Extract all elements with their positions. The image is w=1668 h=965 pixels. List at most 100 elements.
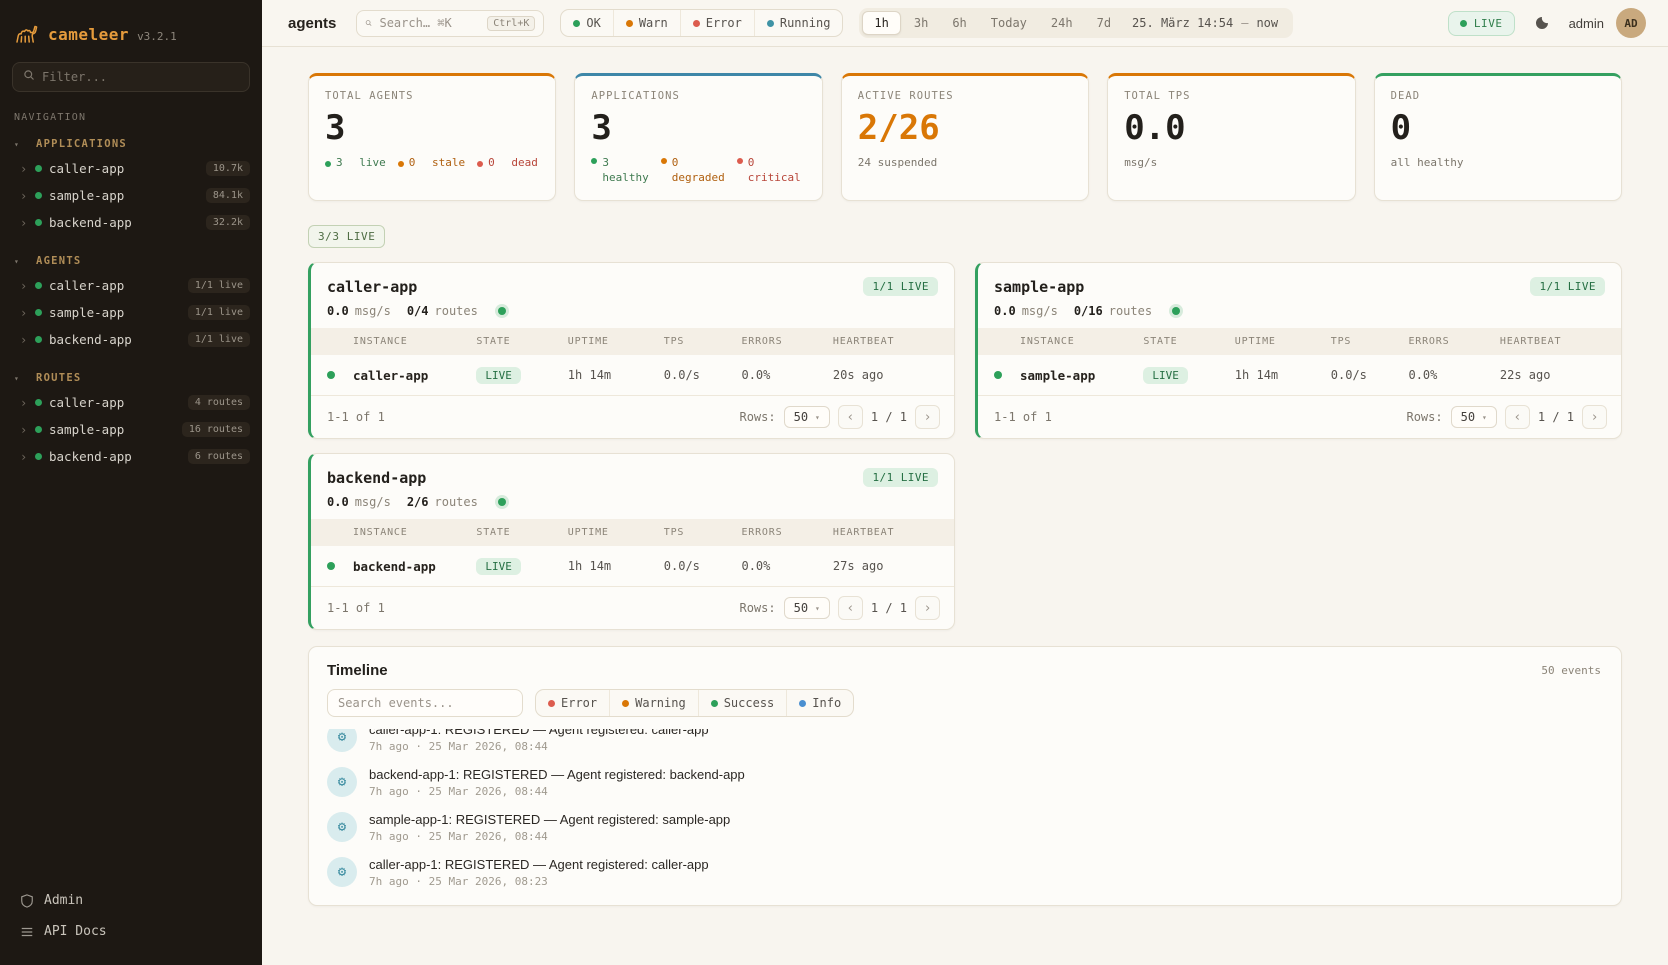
- global-search[interactable]: Ctrl+K: [356, 10, 544, 37]
- keyboard-shortcut-badge: Ctrl+K: [487, 16, 535, 31]
- gear-icon: ⚙: [327, 729, 357, 752]
- time-range-today[interactable]: Today: [980, 12, 1038, 34]
- next-page-button[interactable]: ›: [915, 596, 940, 620]
- sidebar-item-agents-backend-app[interactable]: › backend-app 1/1 live: [0, 326, 262, 353]
- filter-label: Running: [780, 16, 831, 30]
- status-filter-running[interactable]: Running: [754, 10, 843, 36]
- prev-page-button[interactable]: ‹: [838, 405, 863, 429]
- table-row[interactable]: backend-app LIVE 1h 14m 0.0/s 0.0% 27s a…: [311, 546, 954, 586]
- item-badge: 1/1 live: [188, 332, 250, 347]
- timeline-event[interactable]: ⚙ caller-app-1: REGISTERED — Agent regis…: [327, 850, 1603, 895]
- timeline-event[interactable]: ⚙ backend-app-1: REGISTERED — Agent regi…: [327, 760, 1603, 805]
- page-indicator: 1 / 1: [871, 601, 907, 615]
- time-range-1h[interactable]: 1h: [862, 11, 900, 35]
- event-time: 7h ago · 25 Mar 2026, 08:44: [369, 830, 730, 843]
- timeline-filter-success[interactable]: Success: [698, 690, 787, 716]
- app-name: caller-app: [327, 278, 417, 296]
- rows-per-page-select[interactable]: 50 ▾: [784, 406, 830, 428]
- rows-per-page-select[interactable]: 50 ▾: [1451, 406, 1497, 428]
- sidebar-item-agents-caller-app[interactable]: › caller-app 1/1 live: [0, 272, 262, 299]
- timeline-panel: Timeline 50 events Error Warning: [308, 646, 1622, 906]
- item-label: caller-app: [49, 161, 199, 176]
- status-dot: [573, 20, 580, 27]
- event-title: backend-app-1: REGISTERED — Agent regist…: [369, 767, 745, 782]
- timeline-event[interactable]: ⚙ sample-app-1: REGISTERED — Agent regis…: [327, 805, 1603, 850]
- status-dot: [398, 161, 404, 167]
- row-range-label: 1-1 of 1: [327, 410, 385, 424]
- search-icon: [23, 69, 35, 85]
- timeline-filter-error[interactable]: Error: [536, 690, 609, 716]
- sidebar-item-routes-sample-app[interactable]: › sample-app 16 routes: [0, 416, 262, 443]
- sidebar-item-applications-backend-app[interactable]: › backend-app 32.2k: [0, 209, 262, 236]
- status-filter-warn[interactable]: Warn: [613, 10, 680, 36]
- timeline-filter-warning[interactable]: Warning: [609, 690, 698, 716]
- table-row[interactable]: sample-app LIVE 1h 14m 0.0/s 0.0% 22s ag…: [978, 355, 1621, 395]
- next-page-button[interactable]: ›: [915, 405, 940, 429]
- chevron-down-icon: ▾: [815, 604, 820, 613]
- live-label: LIVE: [1474, 17, 1503, 30]
- time-range-3h[interactable]: 3h: [903, 12, 939, 34]
- section-header-agents[interactable]: ▾ AGENTS: [0, 250, 262, 272]
- status-filter-group: OK Warn Error Running: [560, 9, 843, 37]
- status-dot: [35, 165, 42, 172]
- status-dot: [737, 158, 743, 164]
- status-dot: [477, 161, 483, 167]
- row-range-label: 1-1 of 1: [327, 601, 385, 615]
- timeline-search-input[interactable]: [327, 689, 523, 717]
- section-header-applications[interactable]: ▾ APPLICATIONS: [0, 133, 262, 155]
- live-count-badge: 1/1 LIVE: [863, 468, 938, 487]
- prev-page-button[interactable]: ‹: [838, 596, 863, 620]
- sidebar-item-applications-caller-app[interactable]: › caller-app 10.7k: [0, 155, 262, 182]
- state-badge: LIVE: [1143, 367, 1188, 384]
- status-dot: [994, 371, 1002, 379]
- rows-per-page-select[interactable]: 50 ▾: [784, 597, 830, 619]
- status-dot: [35, 453, 42, 460]
- gear-icon: ⚙: [327, 767, 357, 797]
- timeline-events[interactable]: ⚙ caller-app-1: REGISTERED — Agent regis…: [309, 729, 1621, 905]
- app-card-backend-app: backend-app 1/1 LIVE 0.0 msg/s 2/6 route…: [308, 453, 955, 630]
- app-card-sample-app: sample-app 1/1 LIVE 0.0 msg/s 0/16 route…: [975, 262, 1622, 439]
- status-filter-error[interactable]: Error: [680, 10, 754, 36]
- filter-label: Warn: [639, 16, 668, 30]
- sidebar-item-api-docs[interactable]: API Docs: [12, 916, 250, 947]
- status-dot: [35, 426, 42, 433]
- timeline-filter-info[interactable]: Info: [786, 690, 853, 716]
- gear-icon: ⚙: [327, 857, 357, 887]
- sidebar-item-applications-sample-app[interactable]: › sample-app 84.1k: [0, 182, 262, 209]
- live-summary-badge: 3/3 LIVE: [308, 225, 385, 248]
- table-row[interactable]: caller-app LIVE 1h 14m 0.0/s 0.0% 20s ag…: [311, 355, 954, 395]
- global-search-input[interactable]: [379, 16, 480, 30]
- sidebar-item-agents-sample-app[interactable]: › sample-app 1/1 live: [0, 299, 262, 326]
- sidebar-filter[interactable]: [12, 62, 250, 92]
- stat-value: 2/26: [858, 110, 1072, 147]
- next-page-button[interactable]: ›: [1582, 405, 1607, 429]
- time-range-6h[interactable]: 6h: [941, 12, 977, 34]
- filter-label: OK: [586, 16, 600, 30]
- time-range-24h[interactable]: 24h: [1040, 12, 1084, 34]
- event-time: 7h ago · 25 Mar 2026, 08:23: [369, 875, 709, 888]
- page-title: agents: [288, 15, 336, 32]
- status-filter-ok[interactable]: OK: [561, 10, 612, 36]
- timeline-event[interactable]: ⚙ caller-app-1: REGISTERED — Agent regis…: [327, 729, 1603, 760]
- page-indicator: 1 / 1: [1538, 410, 1574, 424]
- avatar[interactable]: AD: [1616, 8, 1646, 38]
- time-range-group: 1h 3h 6h Today 24h 7d 25. März 14:54 — n…: [859, 8, 1293, 38]
- app-name: sample-app: [994, 278, 1084, 296]
- section-label: AGENTS: [36, 255, 82, 267]
- stat-card-applications: APPLICATIONS 3 3healthy 0degraded 0criti…: [574, 73, 822, 201]
- shield-icon: [20, 894, 34, 908]
- chevron-right-icon: ›: [20, 189, 28, 203]
- time-range-7d[interactable]: 7d: [1086, 12, 1122, 34]
- section-header-routes[interactable]: ▾ ROUTES: [0, 367, 262, 389]
- stat-subtext: all healthy: [1391, 156, 1605, 169]
- item-badge: 84.1k: [206, 188, 250, 203]
- sidebar-item-admin[interactable]: Admin: [12, 885, 250, 916]
- dark-mode-toggle[interactable]: [1527, 8, 1557, 38]
- live-count-badge: 1/1 LIVE: [1530, 277, 1605, 296]
- live-status-toggle[interactable]: LIVE: [1448, 11, 1515, 36]
- chevron-right-icon: ›: [20, 396, 28, 410]
- sidebar-item-routes-caller-app[interactable]: › caller-app 4 routes: [0, 389, 262, 416]
- sidebar-item-routes-backend-app[interactable]: › backend-app 6 routes: [0, 443, 262, 470]
- prev-page-button[interactable]: ‹: [1505, 405, 1530, 429]
- sidebar-filter-input[interactable]: [42, 70, 239, 84]
